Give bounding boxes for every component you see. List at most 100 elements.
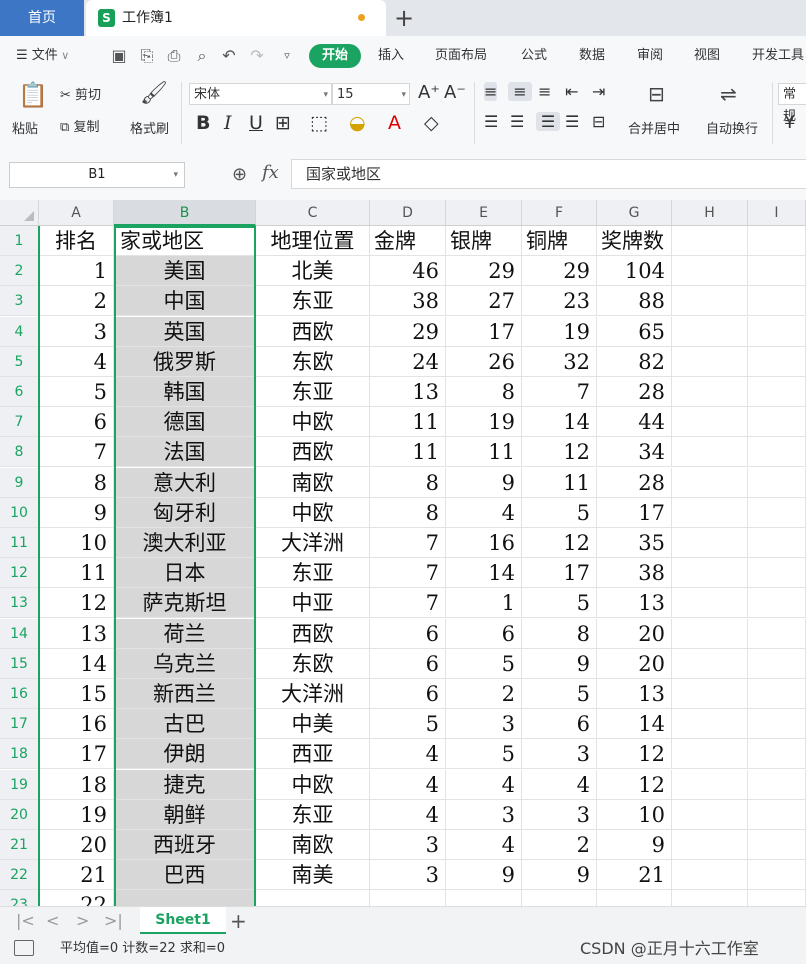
italic-button[interactable]: I <box>224 112 232 134</box>
table-cell[interactable] <box>748 558 806 588</box>
table-cell[interactable] <box>748 468 806 498</box>
table-cell[interactable] <box>748 709 806 739</box>
table-cell[interactable]: 32 <box>522 347 597 377</box>
align-center-icon[interactable]: ☰ <box>510 112 524 131</box>
table-cell[interactable]: 19 <box>446 407 522 437</box>
table-cell[interactable]: 13 <box>39 619 114 649</box>
header-cell[interactable]: 金牌 <box>370 226 446 256</box>
table-cell[interactable] <box>114 890 256 906</box>
table-cell[interactable]: 22 <box>39 890 114 906</box>
table-cell[interactable]: 3 <box>370 830 446 860</box>
header-cell[interactable] <box>748 226 806 256</box>
table-cell[interactable]: 6 <box>39 407 114 437</box>
table-cell[interactable]: 14 <box>597 709 672 739</box>
table-cell[interactable]: 萨克斯坦 <box>114 588 256 618</box>
column-header-g[interactable]: G <box>597 200 672 226</box>
table-cell[interactable]: 29 <box>446 256 522 286</box>
table-cell[interactable]: 朝鲜 <box>114 800 256 830</box>
table-cell[interactable]: 2 <box>39 286 114 316</box>
print-icon[interactable]: ⎙ <box>165 48 183 64</box>
table-cell[interactable]: 18 <box>39 770 114 800</box>
insert-function-icon[interactable]: fx <box>262 162 279 183</box>
table-cell[interactable]: 意大利 <box>114 468 256 498</box>
table-cell[interactable]: 巴西 <box>114 860 256 890</box>
table-cell[interactable] <box>672 437 748 467</box>
copy-button[interactable]: ⧉ 复制 <box>60 116 99 135</box>
new-tab-button[interactable]: + <box>392 2 416 34</box>
table-cell[interactable]: 6 <box>370 619 446 649</box>
table-cell[interactable]: 8 <box>522 619 597 649</box>
table-cell[interactable]: 23 <box>522 286 597 316</box>
macro-icon[interactable] <box>14 940 34 956</box>
wrap-text-button[interactable]: 自动换行 <box>706 118 758 137</box>
table-cell[interactable]: 8 <box>370 468 446 498</box>
table-cell[interactable]: 12 <box>597 770 672 800</box>
row-header[interactable]: 22 <box>0 860 39 890</box>
table-cell[interactable] <box>748 619 806 649</box>
table-cell[interactable]: 7 <box>370 558 446 588</box>
table-cell[interactable]: 2 <box>446 679 522 709</box>
column-header-e[interactable]: E <box>446 200 522 226</box>
table-cell[interactable]: 12 <box>39 588 114 618</box>
table-cell[interactable]: 乌克兰 <box>114 649 256 679</box>
table-cell[interactable] <box>446 890 522 906</box>
table-cell[interactable]: 美国 <box>114 256 256 286</box>
table-cell[interactable]: 澳大利亚 <box>114 528 256 558</box>
table-cell[interactable]: 38 <box>370 286 446 316</box>
merge-center-icon[interactable]: ⊟ <box>648 82 665 106</box>
table-cell[interactable]: 9 <box>39 498 114 528</box>
table-cell[interactable]: 南欧 <box>256 468 370 498</box>
table-cell[interactable]: 3 <box>522 739 597 769</box>
table-cell[interactable]: 东亚 <box>256 800 370 830</box>
table-cell[interactable]: 8 <box>446 377 522 407</box>
sheet-tab-sheet1[interactable]: Sheet1 <box>140 907 226 934</box>
row-header[interactable]: 12 <box>0 558 39 588</box>
table-cell[interactable]: 9 <box>597 830 672 860</box>
table-cell[interactable]: 3 <box>39 317 114 347</box>
header-cell[interactable]: 排名 <box>39 226 114 256</box>
table-cell[interactable]: 13 <box>597 588 672 618</box>
table-cell[interactable] <box>672 860 748 890</box>
row-header[interactable]: 23 <box>0 890 39 906</box>
row-header[interactable]: 5 <box>0 347 39 377</box>
table-cell[interactable]: 西欧 <box>256 317 370 347</box>
merge-center-button[interactable]: 合并居中 <box>628 118 680 137</box>
table-cell[interactable]: 东亚 <box>256 558 370 588</box>
align-top-icon[interactable]: ≡ <box>484 82 498 101</box>
table-cell[interactable]: 38 <box>597 558 672 588</box>
table-cell[interactable]: 荷兰 <box>114 619 256 649</box>
table-cell[interactable] <box>748 588 806 618</box>
align-middle-icon[interactable]: ≡ <box>508 82 532 101</box>
table-cell[interactable]: 4 <box>370 800 446 830</box>
table-cell[interactable]: 46 <box>370 256 446 286</box>
row-header[interactable]: 7 <box>0 407 39 437</box>
table-cell[interactable]: 南美 <box>256 860 370 890</box>
table-cell[interactable] <box>597 890 672 906</box>
table-cell[interactable]: 12 <box>522 528 597 558</box>
table-cell[interactable] <box>522 890 597 906</box>
justify-icon[interactable]: ☰ <box>565 112 579 131</box>
table-cell[interactable] <box>672 468 748 498</box>
currency-icon[interactable]: ¥ <box>784 112 795 133</box>
number-format-select[interactable]: 常规 <box>778 83 806 124</box>
table-cell[interactable] <box>748 770 806 800</box>
table-cell[interactable] <box>370 890 446 906</box>
menu-data[interactable]: 数据 <box>579 36 605 76</box>
table-cell[interactable]: 11 <box>370 407 446 437</box>
table-cell[interactable] <box>672 407 748 437</box>
table-cell[interactable]: 俄罗斯 <box>114 347 256 377</box>
table-cell[interactable]: 11 <box>370 437 446 467</box>
font-color-icon[interactable]: A <box>388 112 401 134</box>
table-cell[interactable]: 9 <box>446 860 522 890</box>
table-cell[interactable]: 24 <box>370 347 446 377</box>
table-cell[interactable]: 英国 <box>114 317 256 347</box>
table-cell[interactable]: 12 <box>597 739 672 769</box>
save-icon[interactable]: ▣ <box>110 48 128 64</box>
last-sheet-icon[interactable]: >| <box>104 907 123 935</box>
table-cell[interactable]: 中欧 <box>256 498 370 528</box>
row-header[interactable]: 3 <box>0 286 39 316</box>
table-cell[interactable]: 古巴 <box>114 709 256 739</box>
table-cell[interactable]: 5 <box>446 649 522 679</box>
table-cell[interactable]: 4 <box>446 498 522 528</box>
row-header[interactable]: 16 <box>0 679 39 709</box>
